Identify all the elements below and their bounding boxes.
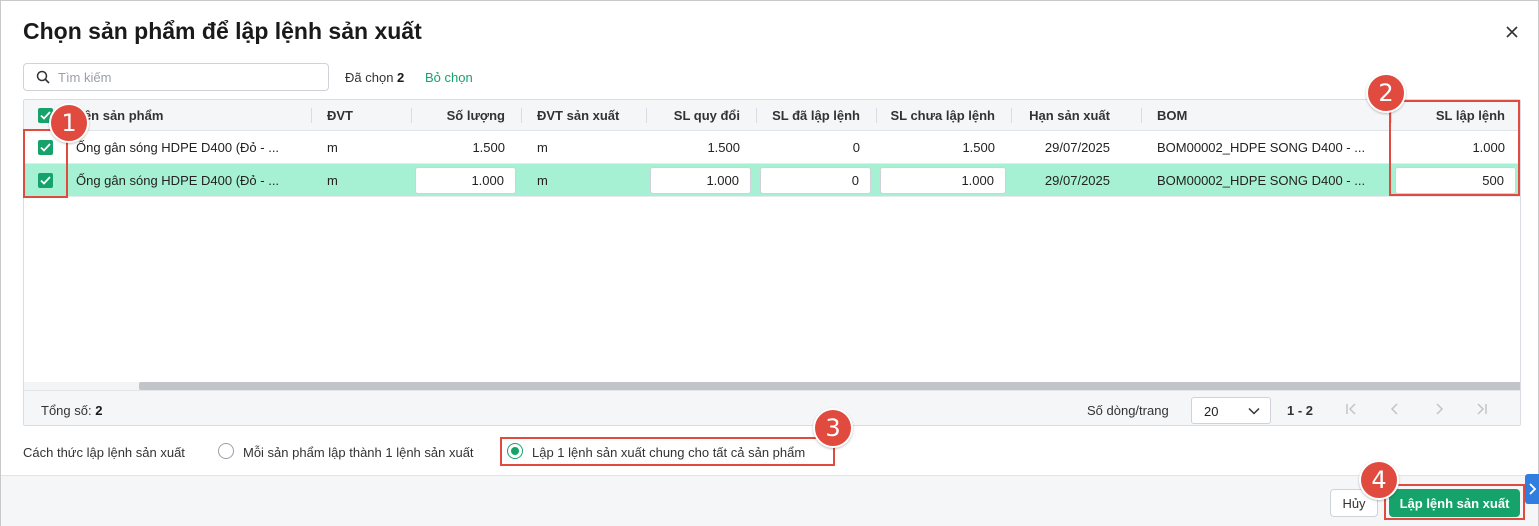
radio-separate-orders[interactable]	[218, 443, 234, 459]
option-separate-orders[interactable]: Mỗi sản phẩm lập thành 1 lệnh sản xuất	[243, 445, 474, 460]
highlight-submit-button	[1384, 484, 1525, 520]
last-page-icon[interactable]	[1475, 402, 1489, 416]
quantity-input[interactable]: 1.000	[415, 167, 516, 194]
search-input[interactable]	[58, 69, 318, 85]
mode-label: Cách thức lập lệnh sản xuất	[23, 445, 185, 460]
cell-name: Ống gân sóng HDPE D400 (Đỏ - ...	[76, 173, 280, 188]
table-footer: Tổng số: 2 Số dòng/trang 20 1 - 2	[24, 390, 1520, 425]
cell-prod-unit: m	[537, 140, 548, 155]
annotation-badge: 4	[1359, 460, 1399, 500]
header-deadline: Hạn sản xuất	[1029, 108, 1110, 123]
page-range: 1 - 2	[1287, 403, 1314, 418]
ordered-input[interactable]: 0	[760, 167, 871, 194]
cell-unit: m	[327, 173, 338, 188]
not-ordered-input[interactable]: 1.000	[880, 167, 1006, 194]
chevron-right-icon	[1529, 483, 1537, 495]
cell-converted: 1.500	[707, 140, 740, 155]
search-box[interactable]	[23, 63, 329, 91]
header-converted: SL quy đổi	[673, 108, 740, 123]
header-bom: BOM	[1157, 108, 1188, 123]
selected-count: Đã chọn 2	[345, 70, 405, 85]
prev-page-icon[interactable]	[1388, 402, 1402, 416]
cell-deadline: 29/07/2025	[1044, 140, 1110, 155]
annotation-badge: 2	[1366, 73, 1406, 113]
dialog: Chọn sản phẩm để lập lệnh sản xuất Đã ch…	[0, 0, 1539, 526]
table-header: Tên sản phẩm ĐVT Số lượng ĐVT sản xuất S…	[24, 100, 1520, 131]
action-bar	[1, 475, 1538, 526]
annotation-badge: 1	[49, 103, 89, 143]
product-table: Tên sản phẩm ĐVT Số lượng ĐVT sản xuất S…	[23, 99, 1521, 426]
cell-name: Ống gân sóng HDPE D400 (Đỏ - ...	[76, 140, 280, 155]
header-quantity: Số lượng	[446, 108, 505, 123]
header-unit: ĐVT	[327, 108, 353, 123]
total-count: Tổng số: 2	[41, 403, 103, 418]
cell-bom: BOM00002_HDPE SONG D400 - ...	[1157, 173, 1366, 188]
search-icon	[36, 70, 50, 84]
highlight-combined-option	[500, 437, 835, 466]
cell-quantity: 1.500	[472, 140, 505, 155]
cell-unit: m	[327, 140, 338, 155]
rows-per-page-select[interactable]: 20	[1191, 397, 1271, 424]
highlight-order-qty-column	[1389, 100, 1520, 196]
cell-not-ordered: 1.500	[962, 140, 995, 155]
annotation-badge: 3	[813, 408, 853, 448]
table-row[interactable]: Ống gân sóng HDPE D400 (Đỏ - ... m 1.000…	[24, 164, 1520, 197]
scrollbar-thumb[interactable]	[139, 382, 1520, 390]
next-page-icon[interactable]	[1432, 402, 1446, 416]
header-prod-unit: ĐVT sản xuất	[537, 108, 620, 123]
table-row[interactable]: Ống gân sóng HDPE D400 (Đỏ - ... m 1.500…	[24, 131, 1520, 164]
header-name: Tên sản phẩm	[76, 108, 164, 123]
first-page-icon[interactable]	[1344, 402, 1358, 416]
converted-input[interactable]: 1.000	[650, 167, 751, 194]
close-icon[interactable]	[1501, 21, 1523, 43]
rows-per-page-label: Số dòng/trang	[1087, 403, 1169, 418]
cell-bom: BOM00002_HDPE SONG D400 - ...	[1157, 140, 1366, 155]
deselect-link[interactable]: Bỏ chọn	[425, 70, 473, 85]
chevron-down-icon	[1248, 407, 1260, 415]
cell-ordered: 0	[852, 140, 860, 155]
cell-deadline: 29/07/2025	[1044, 173, 1110, 188]
cell-prod-unit: m	[537, 173, 548, 188]
header-ordered: SL đã lập lệnh	[772, 108, 860, 123]
dialog-title: Chọn sản phẩm để lập lệnh sản xuất	[23, 18, 422, 44]
header-not-ordered: SL chưa lập lệnh	[890, 108, 995, 123]
side-panel-toggle[interactable]	[1525, 474, 1539, 504]
